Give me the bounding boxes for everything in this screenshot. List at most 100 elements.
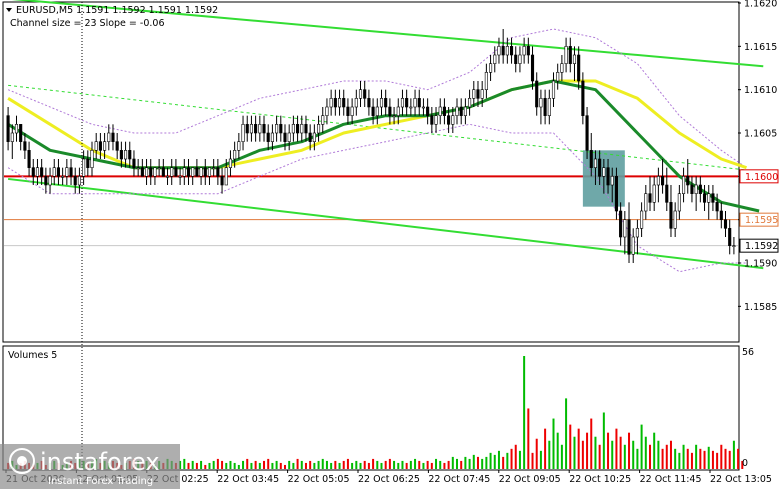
volume-bar [648,444,651,469]
volume-bar [619,436,622,469]
volume-bar [485,456,488,469]
candle-body [480,89,484,99]
candle-body [635,228,639,238]
volume-bar [409,460,412,469]
candle-body [619,210,623,238]
candle-body [572,54,577,64]
volume-bar [342,460,345,469]
volume-bar [569,424,572,469]
volume-bar [359,462,362,469]
candle-body [140,167,144,177]
volume-bar [544,428,547,469]
chart-canvas: 1.1620 1.1615 1.1610 1.1605 1.1600 1.1595 1.15… [0,0,779,489]
candle-body [711,193,715,203]
candle-body [61,176,65,178]
candle-body [358,89,363,99]
volume-bar [548,440,551,469]
candle-body [518,54,522,64]
volume-bar [539,450,542,469]
candle-body [539,98,543,108]
volume-bar [263,460,266,469]
candle-body [308,132,312,142]
volume-bar [598,444,601,469]
volume-bar [686,448,689,469]
candle-body [207,167,212,177]
candle-body [325,106,329,116]
candle-body [103,141,107,151]
candle-body [589,150,593,168]
volume-bar [586,432,589,469]
candle-body [623,219,627,238]
candle-body [459,106,463,116]
volume-bar [195,462,198,469]
volume-bar [393,460,396,469]
candle-body [707,193,711,203]
volume-bar [628,432,631,469]
candle-body [224,167,228,186]
candle-body [279,124,283,134]
candle-body [497,46,501,56]
candle-body [291,124,295,134]
watermark-brand: instaforex [40,448,160,476]
volume-bar [623,444,626,469]
candle-body [509,46,514,56]
candle-body [556,72,560,82]
candle-body [186,167,191,177]
volume-bar [468,458,471,469]
candle-body [593,158,598,168]
candle-body [342,98,346,108]
x-tick-label: 22 Oct 05:05 [288,474,350,485]
volume-bar [300,460,303,469]
candle-body [111,132,115,142]
volume-bar [535,438,538,469]
volume-bar [678,452,681,469]
volume-bar [703,450,706,469]
volume-bar [233,462,236,469]
candle-body [400,98,405,108]
candle-body [44,176,48,186]
candle-body [417,98,421,108]
candle-body [6,115,10,142]
volume-bar [481,458,484,469]
volume-bar [376,460,379,469]
volume-bar [401,460,404,469]
volume-bar [275,460,278,469]
candle-body [447,115,451,125]
volume-panel-title: Volumes 5 [8,350,57,361]
candle-body [501,46,505,56]
candle-body [698,184,702,194]
volume-bar [439,460,442,469]
candle-body [56,167,61,177]
candle-body [606,167,610,186]
candle-body [677,193,681,212]
candle-body [170,167,174,177]
volume-bar [216,458,219,469]
candle-body [52,167,56,177]
volume-bar [191,460,194,469]
candle-body [237,141,241,151]
volume-bar [573,436,576,469]
candle-body [178,176,182,178]
price-tag-label: 1.1592 [745,241,778,252]
volume-bar [250,462,253,469]
volume-bar [292,462,295,469]
candle-body [472,89,476,99]
candle-body [191,167,195,177]
volume-bar [367,462,370,469]
volume-bar [304,462,307,469]
candle-body [254,124,258,134]
candle-body [681,176,686,194]
candle-body [266,132,270,142]
candle-body [19,124,23,142]
volume-bar [271,462,274,469]
volume-bar [443,462,446,469]
volume-bar [514,444,517,469]
x-tick-label: 22 Oct 03:45 [217,474,279,485]
volume-bar [225,462,228,469]
candle-body [514,54,518,64]
x-tick-label: 22 Oct 13:05 [710,474,772,485]
candle-body [438,106,442,116]
volume-bar [502,456,505,469]
candle-body [48,176,52,186]
candle-body [732,245,736,247]
